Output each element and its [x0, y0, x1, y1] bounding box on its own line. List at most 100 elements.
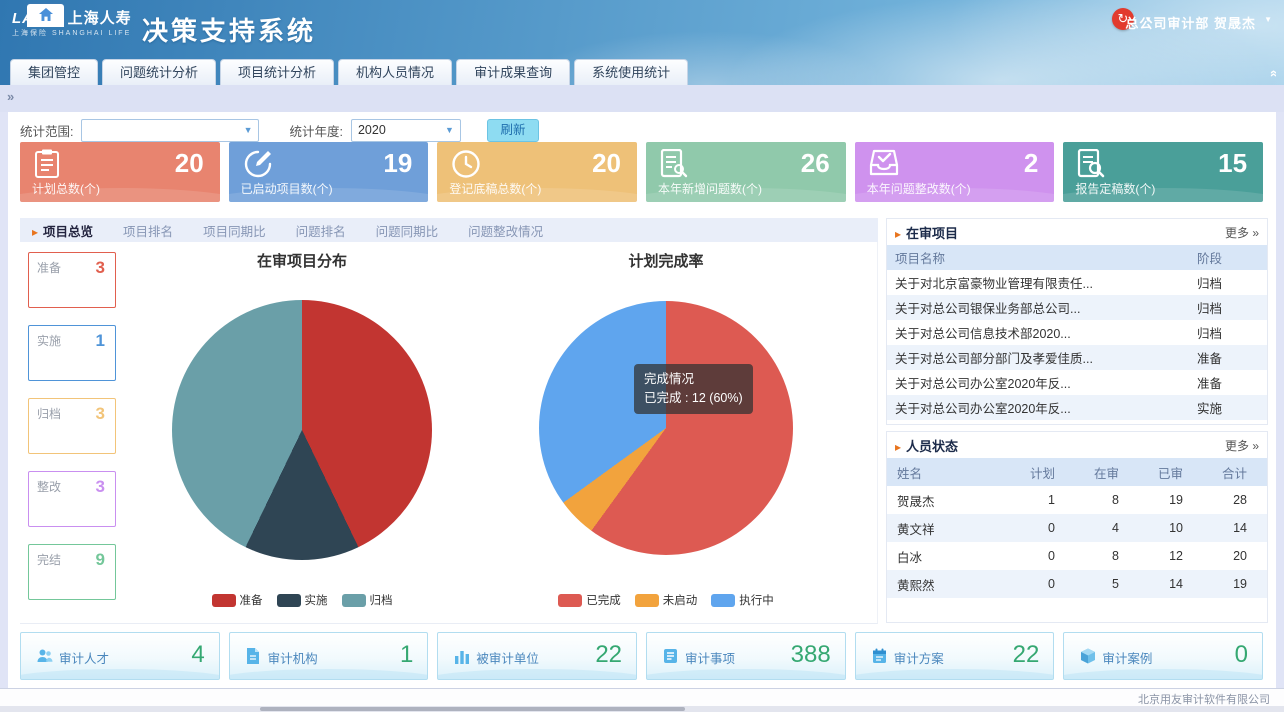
table-row[interactable]: 关于对总公司办公室2020年反... 准备 [887, 370, 1267, 395]
table-row[interactable]: 关于对总公司银保业务部总公司... 归档 [887, 295, 1267, 320]
staff-planned: 1 [1001, 493, 1065, 507]
year-label: 统计年度: [289, 121, 342, 140]
legend-item[interactable]: 实施 [277, 592, 328, 608]
project-stage: 归档 [1197, 273, 1259, 292]
nav-tab[interactable]: 系统使用统计 [574, 59, 688, 85]
stat-label: 计划总数(个) [32, 180, 100, 197]
stat-value: 20 [592, 148, 621, 179]
stat-card[interactable]: 19 已启动项目数(个) [229, 142, 429, 202]
stat-label: 登记底稿总数(个) [449, 180, 541, 197]
table-row[interactable]: 关于对总公司信息技术部2020... 归档 [887, 320, 1267, 345]
bar-chart-icon [454, 648, 470, 669]
status-box[interactable]: 实施 1 [28, 325, 116, 381]
nav-tab[interactable]: 问题统计分析 [102, 59, 216, 85]
scope-select[interactable]: ▼ [81, 119, 259, 142]
nav-tab[interactable]: 项目统计分析 [220, 59, 334, 85]
stat-card[interactable]: 15 报告定稿数(个) [1063, 142, 1263, 202]
legend-swatch [212, 594, 236, 607]
section-tab[interactable]: 项目排名 [123, 221, 173, 240]
bottom-stat-card[interactable]: 被审计单位 22 [437, 632, 637, 680]
legend-item[interactable]: 未启动 [635, 592, 698, 608]
stat-card[interactable]: 2 本年问题整改数(个) [855, 142, 1055, 202]
status-value: 3 [96, 258, 105, 278]
status-box[interactable]: 归档 3 [28, 398, 116, 454]
stat-card[interactable]: 26 本年新增问题数(个) [646, 142, 846, 202]
staff-table: 姓名 计划 在审 已审 合计 贺晟杰 1 8 19 28 [887, 458, 1267, 598]
stat-card[interactable]: 20 登记底稿总数(个) [437, 142, 637, 202]
clipboard-icon [34, 149, 60, 184]
table-row[interactable]: 关于对总公司部分部门及孝爱佳质... 准备 [887, 345, 1267, 370]
staff-audited: 12 [1129, 549, 1193, 563]
legend-item[interactable]: 执行中 [711, 592, 774, 608]
project-name: 关于对总公司银保业务部总公司... [895, 298, 1197, 317]
table-row[interactable]: 黄文祥 0 4 10 14 [887, 514, 1267, 542]
table-header: 项目名称 阶段 [887, 245, 1267, 270]
nav-tab[interactable]: 集团管控 [10, 59, 98, 85]
collapse-header-icon[interactable]: » [1265, 70, 1280, 77]
status-value: 9 [96, 550, 105, 570]
bottom-stat-card[interactable]: 审计事项 388 [646, 632, 846, 680]
pie-chart-projects[interactable] [172, 300, 432, 560]
more-link[interactable]: 更多 » [1225, 437, 1259, 454]
panel-title: 人员状态 [895, 436, 958, 455]
section-tab[interactable]: 问题排名 [296, 221, 346, 240]
table-row[interactable]: 关于对总公司办公室2020年反... 实施 [887, 395, 1267, 420]
staff-planned: 0 [1001, 521, 1065, 535]
stat-value: 2 [1024, 148, 1038, 179]
nav-tab[interactable]: 审计成果查询 [456, 59, 570, 85]
status-value: 3 [96, 477, 105, 497]
bottom-stat-card[interactable]: 审计案例 0 [1063, 632, 1263, 680]
status-box[interactable]: 准备 3 [28, 252, 116, 308]
legend-label: 准备 [240, 592, 263, 608]
panel-staff-status: 人员状态 更多 » 姓名 计划 在审 已审 合计 贺晟杰 1 [886, 431, 1268, 623]
table-row[interactable]: 黄熙然 0 5 14 19 [887, 570, 1267, 598]
project-stage: 归档 [1197, 323, 1259, 342]
user-menu[interactable]: 总公司审计部 贺晟杰 [1125, 13, 1256, 32]
legend-swatch [277, 594, 301, 607]
status-label: 实施 [37, 332, 61, 349]
section-tab[interactable]: 项目总览 [32, 221, 93, 240]
status-box[interactable]: 完结 9 [28, 544, 116, 600]
year-select[interactable]: 2020 ▼ [351, 119, 461, 142]
refresh-button[interactable]: 刷新 [487, 119, 539, 142]
legend-swatch [635, 594, 659, 607]
project-name: 关于对北京富豪物业管理有限责任... [895, 273, 1197, 292]
person-icon [37, 648, 53, 669]
bottom-stat-label: 审计机构 [268, 648, 318, 667]
bottom-stat-card[interactable]: 审计人才 4 [20, 632, 220, 680]
legend-item[interactable]: 准备 [212, 592, 263, 608]
bottom-stat-label: 审计事项 [685, 648, 735, 667]
staff-planned: 0 [1001, 549, 1065, 563]
expand-tabs-icon[interactable]: » [7, 89, 14, 104]
nav-tab[interactable]: 机构人员情况 [338, 59, 452, 85]
pie-chart-completion[interactable] [539, 301, 793, 555]
chevron-down-icon[interactable]: ▼ [1264, 15, 1272, 24]
legend-item[interactable]: 已完成 [558, 592, 621, 608]
section-tab[interactable]: 问题整改情况 [468, 221, 543, 240]
bottom-stat-value: 22 [595, 641, 622, 669]
section-tab[interactable]: 问题同期比 [376, 221, 439, 240]
horizontal-scrollbar [0, 706, 1284, 712]
legend-label: 实施 [305, 592, 328, 608]
status-label: 整改 [37, 478, 61, 495]
bottom-stat-card[interactable]: 审计机构 1 [229, 632, 429, 680]
status-box[interactable]: 整改 3 [28, 471, 116, 527]
bottom-stat-label: 被审计单位 [476, 648, 539, 667]
bottom-stat-value: 0 [1235, 641, 1248, 669]
bottom-stat-cards: 审计人才 4 审计机构 1 被审计单位 22 审计事项 [20, 632, 1263, 680]
section-tab[interactable]: 项目同期比 [203, 221, 266, 240]
table-row[interactable]: 贺晟杰 1 8 19 28 [887, 486, 1267, 514]
stat-card[interactable]: 20 计划总数(个) [20, 142, 220, 202]
home-tab[interactable] [27, 4, 64, 27]
table-row[interactable]: 白冰 0 8 12 20 [887, 542, 1267, 570]
scrollbar-thumb[interactable] [260, 707, 685, 711]
bottom-stat-card[interactable]: 审计方案 22 [855, 632, 1055, 680]
table-row[interactable]: 关于对北京富豪物业管理有限责任... 归档 [887, 270, 1267, 295]
doc-search-icon [660, 149, 688, 184]
main-content: 统计范围: ▼ 统计年度: 2020 ▼ 刷新 20 计划总数(个) [8, 112, 1276, 688]
chart-area: 准备 3 实施 1 归档 3 整改 3 [20, 242, 878, 624]
staff-audited: 14 [1129, 577, 1193, 591]
project-stage: 准备 [1197, 373, 1259, 392]
legend-item[interactable]: 归档 [342, 592, 393, 608]
more-link[interactable]: 更多 » [1225, 224, 1259, 241]
